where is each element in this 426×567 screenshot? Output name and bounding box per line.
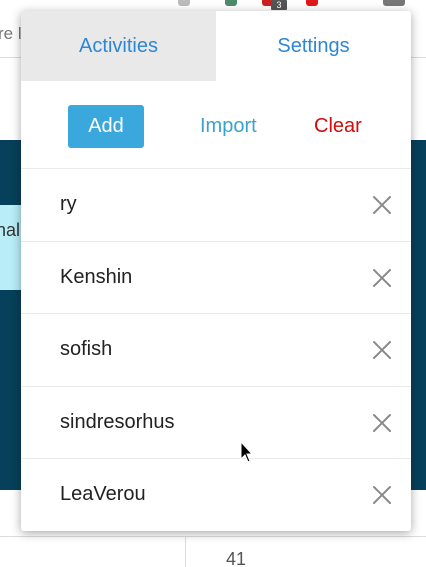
list-item: Kenshin xyxy=(21,242,411,314)
close-icon[interactable] xyxy=(372,268,392,288)
popup-tabs: Activities Settings xyxy=(21,11,411,81)
extension-popup: Activities Settings Add Import Clear ry … xyxy=(21,11,411,531)
close-icon[interactable] xyxy=(372,195,392,215)
list-item-name: ry xyxy=(60,193,77,215)
action-bar: Add Import Clear xyxy=(21,81,411,169)
extension-icon[interactable] xyxy=(383,0,405,6)
extension-icon[interactable] xyxy=(225,0,237,6)
extension-icon[interactable] xyxy=(306,0,318,6)
list-item: LeaVerou xyxy=(21,459,411,531)
list-item-name: LeaVerou xyxy=(60,483,146,505)
list-item-name: sofish xyxy=(60,338,113,360)
page-number-cell: 41 xyxy=(226,549,247,567)
extension-badge: 3 xyxy=(271,0,287,10)
page-divider xyxy=(0,536,426,537)
close-icon[interactable] xyxy=(372,340,392,360)
import-link[interactable]: Import xyxy=(200,115,257,138)
list-item: ry xyxy=(21,169,411,242)
extension-icon[interactable] xyxy=(178,0,190,6)
tab-activities[interactable]: Activities xyxy=(21,11,216,81)
clear-link[interactable]: Clear xyxy=(314,115,362,138)
list-item: sofish xyxy=(21,314,411,387)
page-divider xyxy=(185,536,186,567)
address-bar-text[interactable]: re l xyxy=(0,24,22,44)
user-list: ry Kenshin sofish sindresorhus LeaVerou xyxy=(21,169,411,531)
tab-settings[interactable]: Settings xyxy=(216,11,411,81)
page-card-text: nal xyxy=(0,220,21,240)
mouse-cursor-icon xyxy=(240,440,254,463)
list-item: sindresorhus xyxy=(21,387,411,459)
close-icon[interactable] xyxy=(372,485,392,505)
add-button[interactable]: Add xyxy=(68,105,144,148)
list-item-name: Kenshin xyxy=(60,265,133,288)
list-item-name: sindresorhus xyxy=(60,410,175,433)
close-icon[interactable] xyxy=(372,413,392,433)
